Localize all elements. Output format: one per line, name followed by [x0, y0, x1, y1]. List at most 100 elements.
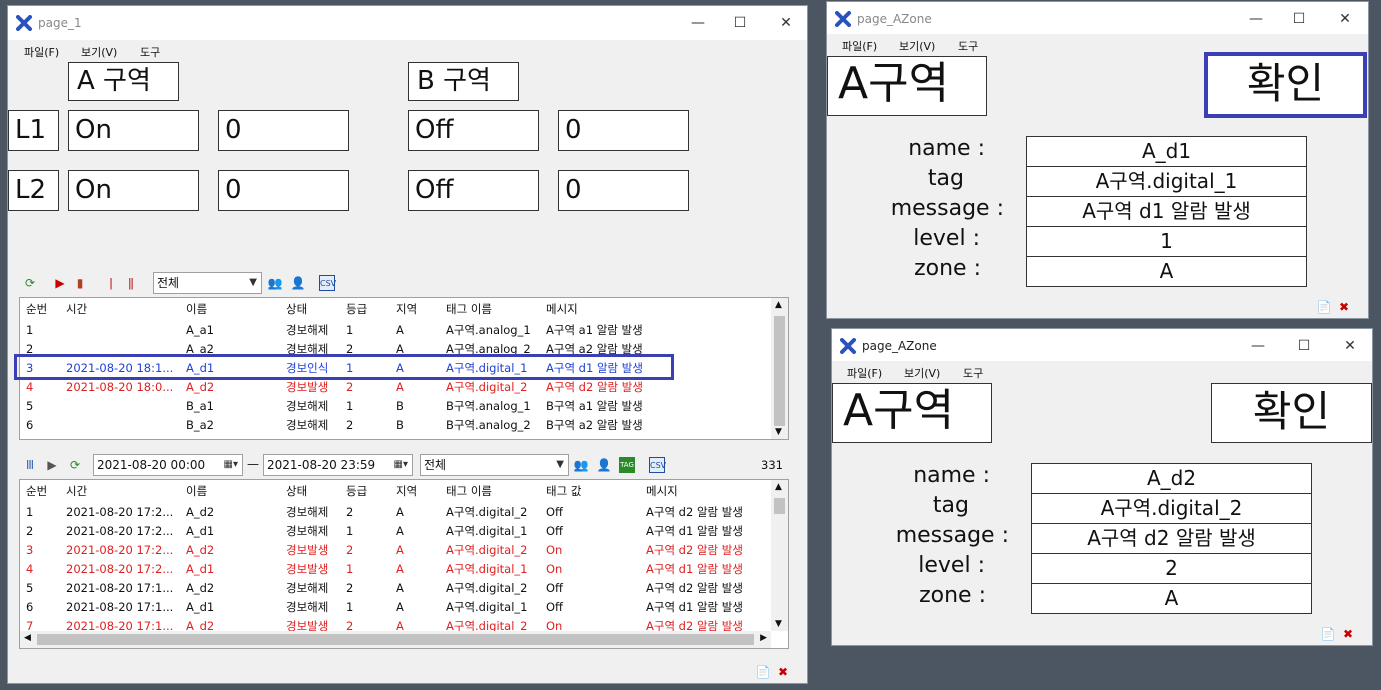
field-label-level: level : — [913, 226, 980, 251]
tag-icon[interactable]: TAG — [619, 457, 635, 473]
col-header[interactable]: 지역 — [390, 298, 440, 320]
azone1-titlebar[interactable]: page_AZone — ☐ ✕ — [827, 2, 1368, 36]
page-edit-icon[interactable]: 📄 — [755, 664, 771, 680]
scroll-thumb[interactable] — [774, 498, 785, 514]
alarm-filter-select[interactable]: 전체 ▼ — [153, 272, 262, 294]
zone-b-header: B 구역 — [408, 62, 519, 101]
alarm-grid-scrollbar[interactable]: ▲ ▼ — [771, 298, 788, 439]
close-button[interactable]: ✕ — [1328, 333, 1372, 359]
col-header[interactable]: 순번 — [20, 298, 60, 320]
menu-tools[interactable]: 도구 — [958, 38, 978, 54]
history-filter-select[interactable]: 전체 ▼ — [420, 454, 569, 476]
scroll-up-icon[interactable]: ▲ — [775, 300, 782, 310]
col-header[interactable]: 메시지 — [640, 480, 772, 502]
scroll-down-icon[interactable]: ▼ — [775, 619, 782, 629]
table-row[interactable]: 4 2021-08-20 17:2... A_d1 경보발생 1 A A구역.digital… — [20, 559, 772, 578]
col-header[interactable]: 태그 이름 — [440, 480, 540, 502]
scroll-thumb[interactable] — [37, 634, 754, 645]
level-bar-icon[interactable]: ǀ — [103, 275, 119, 291]
history-grid-scrollbar[interactable]: ▲ ▼ — [771, 480, 788, 631]
maximize-button[interactable]: ☐ — [718, 10, 762, 36]
azone1-confirm-button[interactable]: 확인 — [1204, 52, 1367, 118]
page-close-icon[interactable]: ✖ — [1336, 299, 1352, 315]
calendar-icon[interactable]: ▦▾ — [224, 455, 238, 475]
close-button[interactable]: ✕ — [1323, 6, 1367, 32]
menu-tools[interactable]: 도구 — [963, 365, 983, 381]
menu-tools[interactable]: 도구 — [140, 44, 160, 60]
calendar-icon[interactable]: ▦▾ — [394, 455, 408, 475]
col-header[interactable]: 등급 — [340, 480, 390, 502]
siren-icon[interactable]: ▮ — [72, 275, 88, 291]
col-header[interactable]: 시간 — [60, 480, 180, 502]
azone2-statusbar: 📄 ✖ — [832, 623, 1372, 645]
scroll-down-icon[interactable]: ▼ — [775, 427, 782, 437]
table-cell: A — [396, 561, 404, 576]
col-header[interactable]: 등급 — [340, 298, 390, 320]
azone2-confirm-button[interactable]: 확인 — [1211, 383, 1372, 443]
col-header[interactable]: 이름 — [180, 480, 280, 502]
table-row[interactable]: 3 2021-08-20 17:2... A_d2 경보발생 2 A A구역.digital… — [20, 540, 772, 559]
field-value-zone: A — [1031, 583, 1312, 614]
user-icon[interactable]: 👤 — [290, 275, 306, 291]
page-close-icon[interactable]: ✖ — [1340, 626, 1356, 642]
table-row[interactable]: 5 B_a1 경보해제 1 B B구역.analog_1 B구역 a1 알람 발생 — [20, 396, 772, 415]
pause-icon[interactable]: Ⅲ — [22, 457, 38, 473]
menu-file[interactable]: 파일(F) — [24, 44, 59, 60]
user-icon[interactable]: 👤 — [596, 457, 612, 473]
col-header[interactable]: 이름 — [180, 298, 280, 320]
col-header[interactable]: 메시지 — [540, 298, 772, 320]
col-header[interactable]: 태그 이름 — [440, 298, 540, 320]
users-icon[interactable]: 👥 — [267, 275, 283, 291]
scroll-left-icon[interactable]: ◀ — [24, 633, 31, 643]
play-icon[interactable]: ▶ — [44, 457, 60, 473]
field-label-name: name : — [908, 136, 985, 161]
scroll-thumb[interactable] — [774, 316, 785, 426]
maximize-button[interactable]: ☐ — [1282, 333, 1326, 359]
minimize-button[interactable]: — — [1236, 333, 1280, 359]
users-icon[interactable]: 👥 — [573, 457, 589, 473]
azone2-titlebar[interactable]: page_AZone — ☐ ✕ — [832, 329, 1372, 363]
page-close-icon[interactable]: ✖ — [775, 664, 791, 680]
menu-view[interactable]: 보기(V) — [899, 38, 935, 54]
alarm-ack-icon[interactable]: ▶ — [52, 275, 68, 291]
history-from-datetime[interactable]: 2021-08-20 00:00 ▦▾ — [93, 454, 243, 476]
table-row[interactable]: 6 B_a2 경보해제 2 B B구역.analog_2 B구역 a2 알람 발생 — [20, 415, 772, 434]
table-cell: 경보해제 — [286, 580, 329, 595]
table-row[interactable]: 1 A_a1 경보해제 1 A A구역.analog_1 A구역 a1 알람 발생 — [20, 320, 772, 339]
history-to-datetime[interactable]: 2021-08-20 23:59 ▦▾ — [263, 454, 413, 476]
menu-view[interactable]: 보기(V) — [81, 44, 117, 60]
history-hscrollbar[interactable]: ◀ ▶ — [20, 631, 771, 648]
history-grid[interactable]: 순번 시간 이름 상태 등급 지역 태그 이름 태그 값 메시지 1 2021-0… — [19, 479, 789, 649]
scroll-right-icon[interactable]: ▶ — [760, 633, 767, 643]
table-row[interactable]: 1 2021-08-20 17:2... A_d2 경보해제 2 A A구역.digital… — [20, 502, 772, 521]
col-header[interactable]: 시간 — [60, 298, 180, 320]
menu-file[interactable]: 파일(F) — [847, 365, 882, 381]
level-bars-icon[interactable]: ǁ — [123, 275, 139, 291]
table-row[interactable]: 2 2021-08-20 17:2... A_d1 경보해제 1 A A구역.digital… — [20, 521, 772, 540]
col-header[interactable]: 순번 — [20, 480, 60, 502]
page-edit-icon[interactable]: 📄 — [1316, 299, 1332, 315]
minimize-button[interactable]: — — [676, 10, 720, 36]
scroll-up-icon[interactable]: ▲ — [775, 482, 782, 492]
page-edit-icon[interactable]: 📄 — [1320, 626, 1336, 642]
menu-view[interactable]: 보기(V) — [904, 365, 940, 381]
table-cell: 1 — [26, 504, 34, 519]
maximize-button[interactable]: ☐ — [1277, 6, 1321, 32]
refresh-icon[interactable]: ⟳ — [67, 457, 83, 473]
close-button[interactable]: ✕ — [764, 10, 807, 36]
col-header[interactable]: 상태 — [280, 480, 340, 502]
minimize-button[interactable]: — — [1234, 6, 1278, 32]
col-header[interactable]: 상태 — [280, 298, 340, 320]
csv-export-icon[interactable]: CSV — [319, 275, 336, 291]
csv-export-icon[interactable]: CSV — [649, 457, 666, 473]
col-header[interactable]: 태그 값 — [540, 480, 640, 502]
table-cell: B_a2 — [186, 417, 215, 432]
table-cell: 1 — [346, 599, 354, 614]
menu-file[interactable]: 파일(F) — [842, 38, 877, 54]
main-titlebar[interactable]: page_1 — ☐ ✕ — [8, 6, 807, 40]
table-row[interactable]: 5 2021-08-20 17:1... A_d2 경보해제 2 A A구역.digital… — [20, 578, 772, 597]
table-row[interactable]: 6 2021-08-20 17:1... A_d1 경보해제 1 A A구역.digital… — [20, 597, 772, 616]
refresh-icon[interactable]: ⟳ — [22, 275, 38, 291]
zone-b-l2-state: Off — [408, 170, 539, 211]
col-header[interactable]: 지역 — [390, 480, 440, 502]
